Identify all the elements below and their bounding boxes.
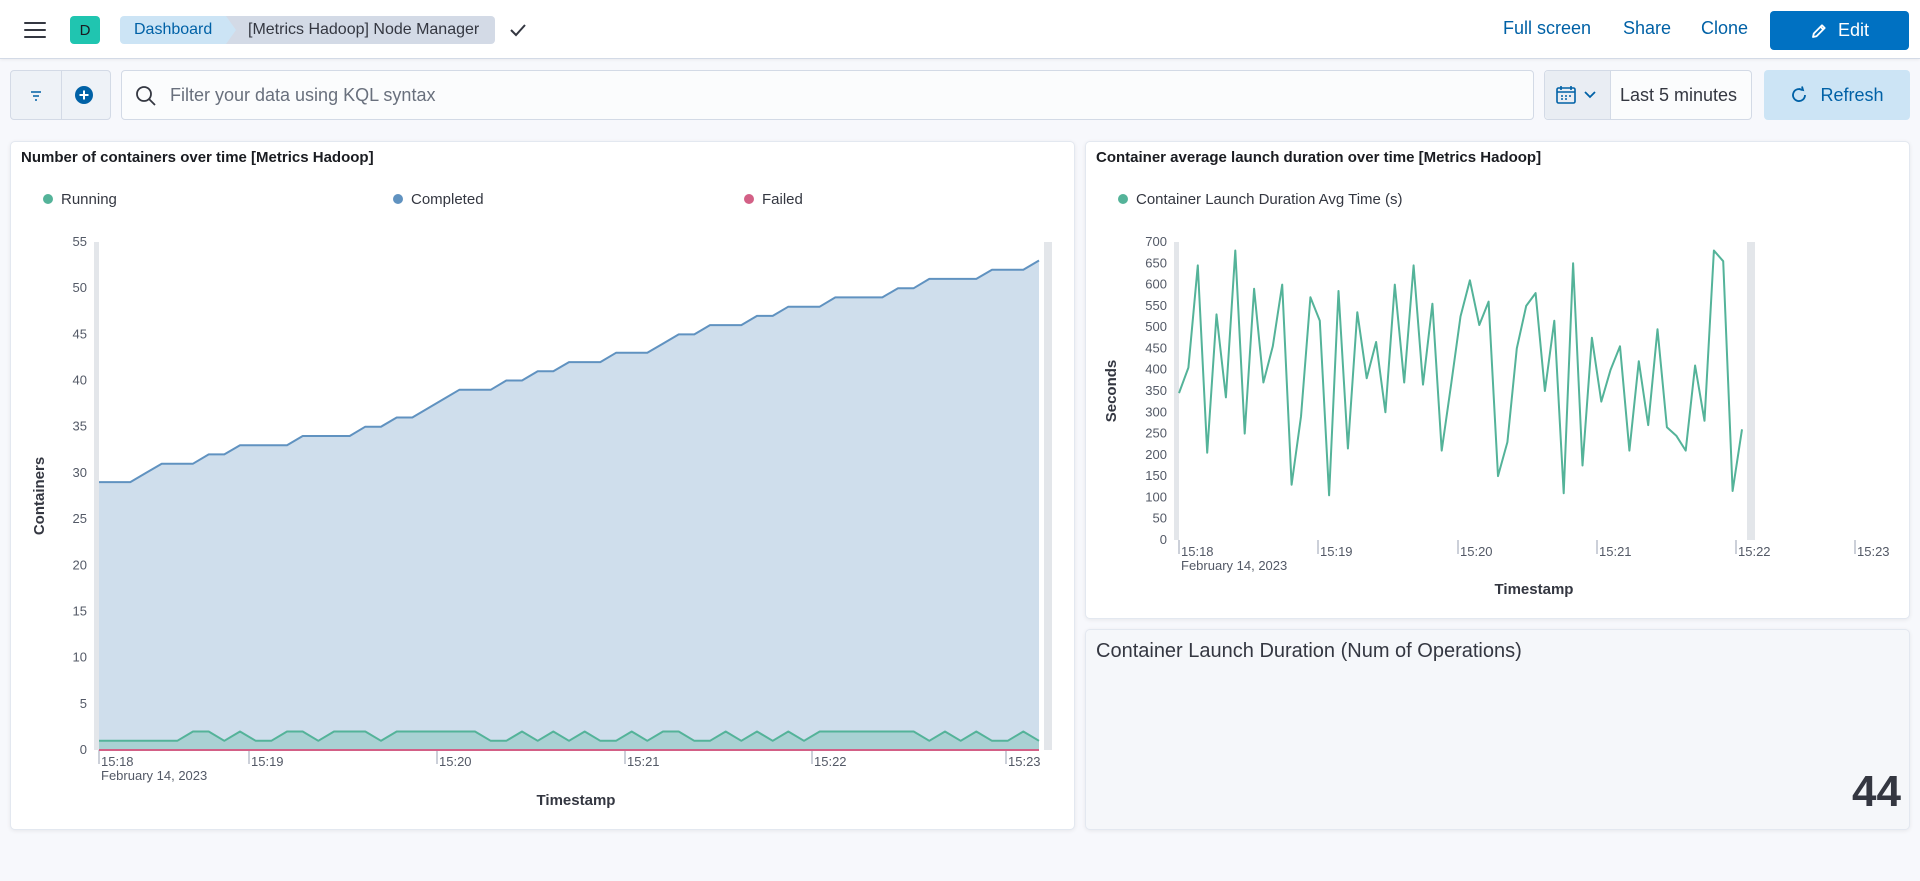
y-tick-label: 550	[1145, 298, 1167, 313]
x-tick-label: 15:18	[101, 754, 134, 769]
y-tick-label: 400	[1145, 362, 1167, 377]
pencil-icon	[1812, 23, 1826, 38]
calendar-icon	[1556, 86, 1576, 104]
launch-duration-line-chart: 0 50 100 150 200 250 300 350 400 450 500 550 600 650 7…	[1103, 234, 1890, 598]
share-button[interactable]: Share	[1623, 18, 1671, 39]
area-completed	[99, 260, 1039, 750]
y-tick-label: 0	[1160, 532, 1167, 547]
x-tick-label: 15:19	[251, 754, 284, 769]
add-filter-icon[interactable]	[74, 85, 94, 105]
x-tick-label: 15:23	[1008, 754, 1041, 769]
filter-button-group	[10, 70, 111, 120]
date-picker: Last 5 minutes	[1544, 70, 1752, 120]
x-tick-label: 15:23	[1857, 544, 1890, 559]
y-tick-label: 350	[1145, 383, 1167, 398]
breadcrumb-current-dashboard: [Metrics Hadoop] Node Manager	[226, 16, 496, 44]
y-tick-label: 300	[1145, 404, 1167, 419]
x-tick-label: 15:18	[1181, 544, 1214, 559]
y-tick-label: 500	[1145, 319, 1167, 334]
y-tick-label: 450	[1145, 340, 1167, 355]
metric-title: Container Launch Duration (Num of Operat…	[1096, 640, 1522, 662]
top-nav: D Dashboard [Metrics Hadoop] Node Manage…	[0, 0, 1920, 59]
launch-duration-panel: Container average launch duration over t…	[1085, 141, 1910, 619]
y-tick-label: 50	[73, 280, 87, 295]
edit-label: Edit	[1837, 20, 1870, 40]
line-container-launch-duration-avg-time-s	[1178, 249, 1743, 497]
menu-icon[interactable]	[20, 17, 50, 43]
kql-search-bar	[121, 70, 1534, 120]
y-tick-label: 5	[80, 696, 87, 711]
y-axis-title: Containers	[31, 457, 48, 535]
filter-icon[interactable]	[27, 87, 45, 105]
y-tick-label: 15	[73, 603, 87, 618]
x-tick-label: 15:22	[1738, 544, 1771, 559]
axis-band	[94, 242, 99, 750]
edit-button[interactable]: Edit	[1770, 11, 1909, 50]
axis-band	[1174, 242, 1179, 540]
num-operations-metric-panel: Container Launch Duration (Num of Operat…	[1085, 629, 1910, 830]
x-date-label: February 14, 2023	[101, 768, 207, 783]
y-tick-label: 55	[73, 234, 87, 249]
y-tick-label: 200	[1145, 447, 1167, 462]
x-tick-label: 15:20	[1460, 544, 1493, 559]
metric-value: 44	[1852, 767, 1901, 816]
y-tick-label: 30	[73, 465, 87, 480]
x-tick-label: 15:19	[1320, 544, 1353, 559]
y-tick-label: 20	[73, 557, 87, 572]
y-tick-label: 35	[73, 419, 87, 434]
breadcrumb-dashboard[interactable]: Dashboard	[120, 16, 240, 44]
y-tick-label: 250	[1145, 426, 1167, 441]
y-tick-label: 40	[73, 373, 87, 388]
axis-band	[1044, 242, 1052, 750]
date-range-label[interactable]: Last 5 minutes	[1620, 85, 1737, 106]
containers-over-time-panel: Number of containers over time [Metrics …	[10, 141, 1075, 830]
y-tick-label: 650	[1145, 255, 1167, 270]
y-tick-label: 700	[1145, 234, 1167, 249]
full-screen-button[interactable]: Full screen	[1503, 18, 1591, 39]
chevron-down-icon	[1584, 91, 1596, 99]
y-tick-label: 10	[73, 650, 87, 665]
x-axis-title: Timestamp	[1495, 581, 1574, 598]
checkmark-icon[interactable]	[508, 18, 528, 42]
y-tick-label: 50	[1153, 511, 1167, 526]
y-tick-label: 150	[1145, 468, 1167, 483]
divider	[61, 71, 62, 119]
quick-select-button[interactable]	[1545, 71, 1611, 119]
refresh-icon	[1792, 86, 1807, 102]
x-tick-label: 15:22	[814, 754, 847, 769]
clone-button[interactable]: Clone	[1701, 18, 1748, 39]
y-axis-title: Seconds	[1103, 360, 1120, 423]
y-tick-label: 25	[73, 511, 87, 526]
search-icon	[136, 86, 156, 106]
y-tick-label: 600	[1145, 277, 1167, 292]
search-input[interactable]	[170, 71, 1520, 119]
refresh-label: Refresh	[1820, 84, 1884, 105]
x-tick-label: 15:21	[627, 754, 660, 769]
x-tick-label: 15:20	[439, 754, 472, 769]
x-axis-title: Timestamp	[537, 792, 616, 809]
space-avatar[interactable]: D	[70, 16, 100, 44]
axis-band	[1747, 242, 1755, 540]
containers-area-chart: 0 5 10 15 20 25 30 35 40 45 50 55 15:18 15:19 15:20 15:…	[31, 234, 1052, 809]
y-tick-label: 45	[73, 326, 87, 341]
x-tick-label: 15:21	[1599, 544, 1632, 559]
x-date-label: February 14, 2023	[1181, 558, 1287, 573]
y-tick-label: 100	[1145, 489, 1167, 504]
y-tick-label: 0	[80, 742, 87, 757]
refresh-button[interactable]: Refresh	[1764, 70, 1910, 120]
